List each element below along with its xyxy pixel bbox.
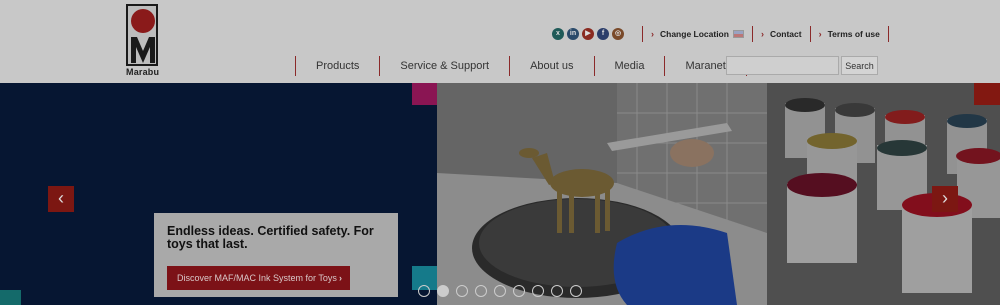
nav-item-about-us[interactable]: About us (509, 56, 593, 76)
discover-toys-button[interactable]: Discover MAF/MAC Ink System for Toys › (167, 266, 350, 290)
us-flag-icon (732, 30, 744, 38)
slider-dot[interactable] (475, 285, 487, 297)
slider-dot[interactable] (551, 285, 563, 297)
change-location-link[interactable]: Change Location (660, 29, 729, 39)
slider-dot[interactable] (570, 285, 582, 297)
marabu-logo[interactable]: Marabu (126, 4, 160, 77)
slide-caption: Endless ideas. Certified safety. For toy… (154, 213, 398, 297)
logo-circle (131, 9, 155, 33)
slider-next-button[interactable]: › (932, 186, 958, 212)
search-button[interactable]: Search (841, 56, 878, 75)
utility-nav: › Change Location › Contact › Terms of u… (634, 24, 897, 44)
divider (887, 26, 889, 42)
search-input[interactable] (726, 56, 839, 75)
cta-label: Discover MAF/MAC Ink System for Toys (177, 273, 337, 283)
instagram-icon[interactable]: ◎ (612, 28, 624, 40)
slider-dot[interactable] (532, 285, 544, 297)
terms-link[interactable]: Terms of use (828, 29, 880, 39)
nav-item-products[interactable]: Products (295, 56, 379, 76)
logo-mark (126, 4, 158, 66)
facebook-icon[interactable]: f (597, 28, 609, 40)
chevron-right-icon: › (760, 29, 764, 39)
linkedin-icon[interactable]: in (567, 28, 579, 40)
chevron-right-icon: › (339, 273, 342, 283)
slider-dot[interactable] (513, 285, 525, 297)
logo-text: Marabu (126, 67, 160, 77)
divider (751, 26, 753, 42)
slider-dot[interactable] (418, 285, 430, 297)
social-links: x in ▶ f ◎ (552, 28, 624, 40)
nav-item-service-support[interactable]: Service & Support (379, 56, 509, 76)
camel-airbrush-image (437, 83, 767, 305)
slider-pagination (418, 285, 582, 297)
slider-dot[interactable] (456, 285, 468, 297)
slider-dot[interactable] (494, 285, 506, 297)
ink-pots-image (767, 83, 1000, 305)
slide-headline: Endless ideas. Certified safety. For toy… (167, 224, 374, 251)
divider (642, 26, 643, 42)
youtube-icon[interactable]: ▶ (582, 28, 594, 40)
contact-link[interactable]: Contact (770, 29, 802, 39)
xing-icon[interactable]: x (552, 28, 564, 40)
logo-m-icon (131, 37, 155, 63)
site-header: Marabu x in ▶ f ◎ › Change Location › Co… (0, 0, 1000, 83)
slide-image-camel-airbrush (437, 83, 767, 305)
magenta-square (412, 83, 437, 105)
slider-prev-button[interactable]: ‹ (48, 186, 74, 212)
teal-square (0, 290, 21, 305)
slide-image-ink-pots (767, 83, 1000, 305)
hero-slider: Endless ideas. Certified safety. For toy… (0, 83, 1000, 305)
slider-dot-active[interactable] (437, 285, 449, 297)
divider (809, 26, 811, 42)
chevron-right-icon: › (651, 29, 654, 39)
chevron-right-icon: › (818, 29, 822, 39)
main-nav: Products Service & Support About us Medi… (295, 56, 747, 76)
nav-item-media[interactable]: Media (593, 56, 665, 76)
